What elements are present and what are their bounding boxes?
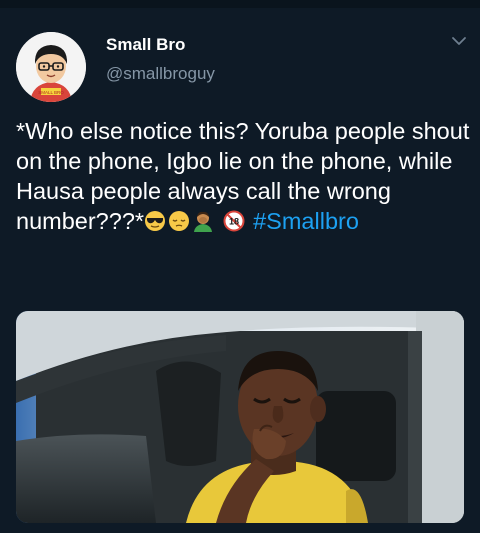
tweet-text: *Who else notice this? Yoruba people sho… <box>16 116 471 236</box>
avatar-badge-text: SMALL BRO <box>38 90 64 95</box>
top-divider <box>0 0 480 8</box>
man-facepalming-emoji-icon <box>192 209 214 232</box>
photo-of-man-crying-in-car-icon <box>16 311 464 523</box>
tweet-media-image[interactable] <box>16 311 464 523</box>
hashtag-link[interactable]: #Smallbro <box>253 208 359 234</box>
display-name[interactable]: Small Bro <box>106 35 185 55</box>
pensive-face-emoji-icon <box>168 209 190 231</box>
no-one-under-18-emoji-icon: 18 <box>223 209 245 232</box>
avatar[interactable]: SMALL BRO <box>16 32 86 102</box>
no-under-18-text: 18 <box>229 217 239 227</box>
sunglasses-emoji-icon <box>144 209 166 231</box>
user-handle[interactable]: @smallbroguy <box>106 64 215 84</box>
cartoon-avatar-icon: SMALL BRO <box>16 32 86 102</box>
chevron-down-icon[interactable] <box>450 34 468 48</box>
